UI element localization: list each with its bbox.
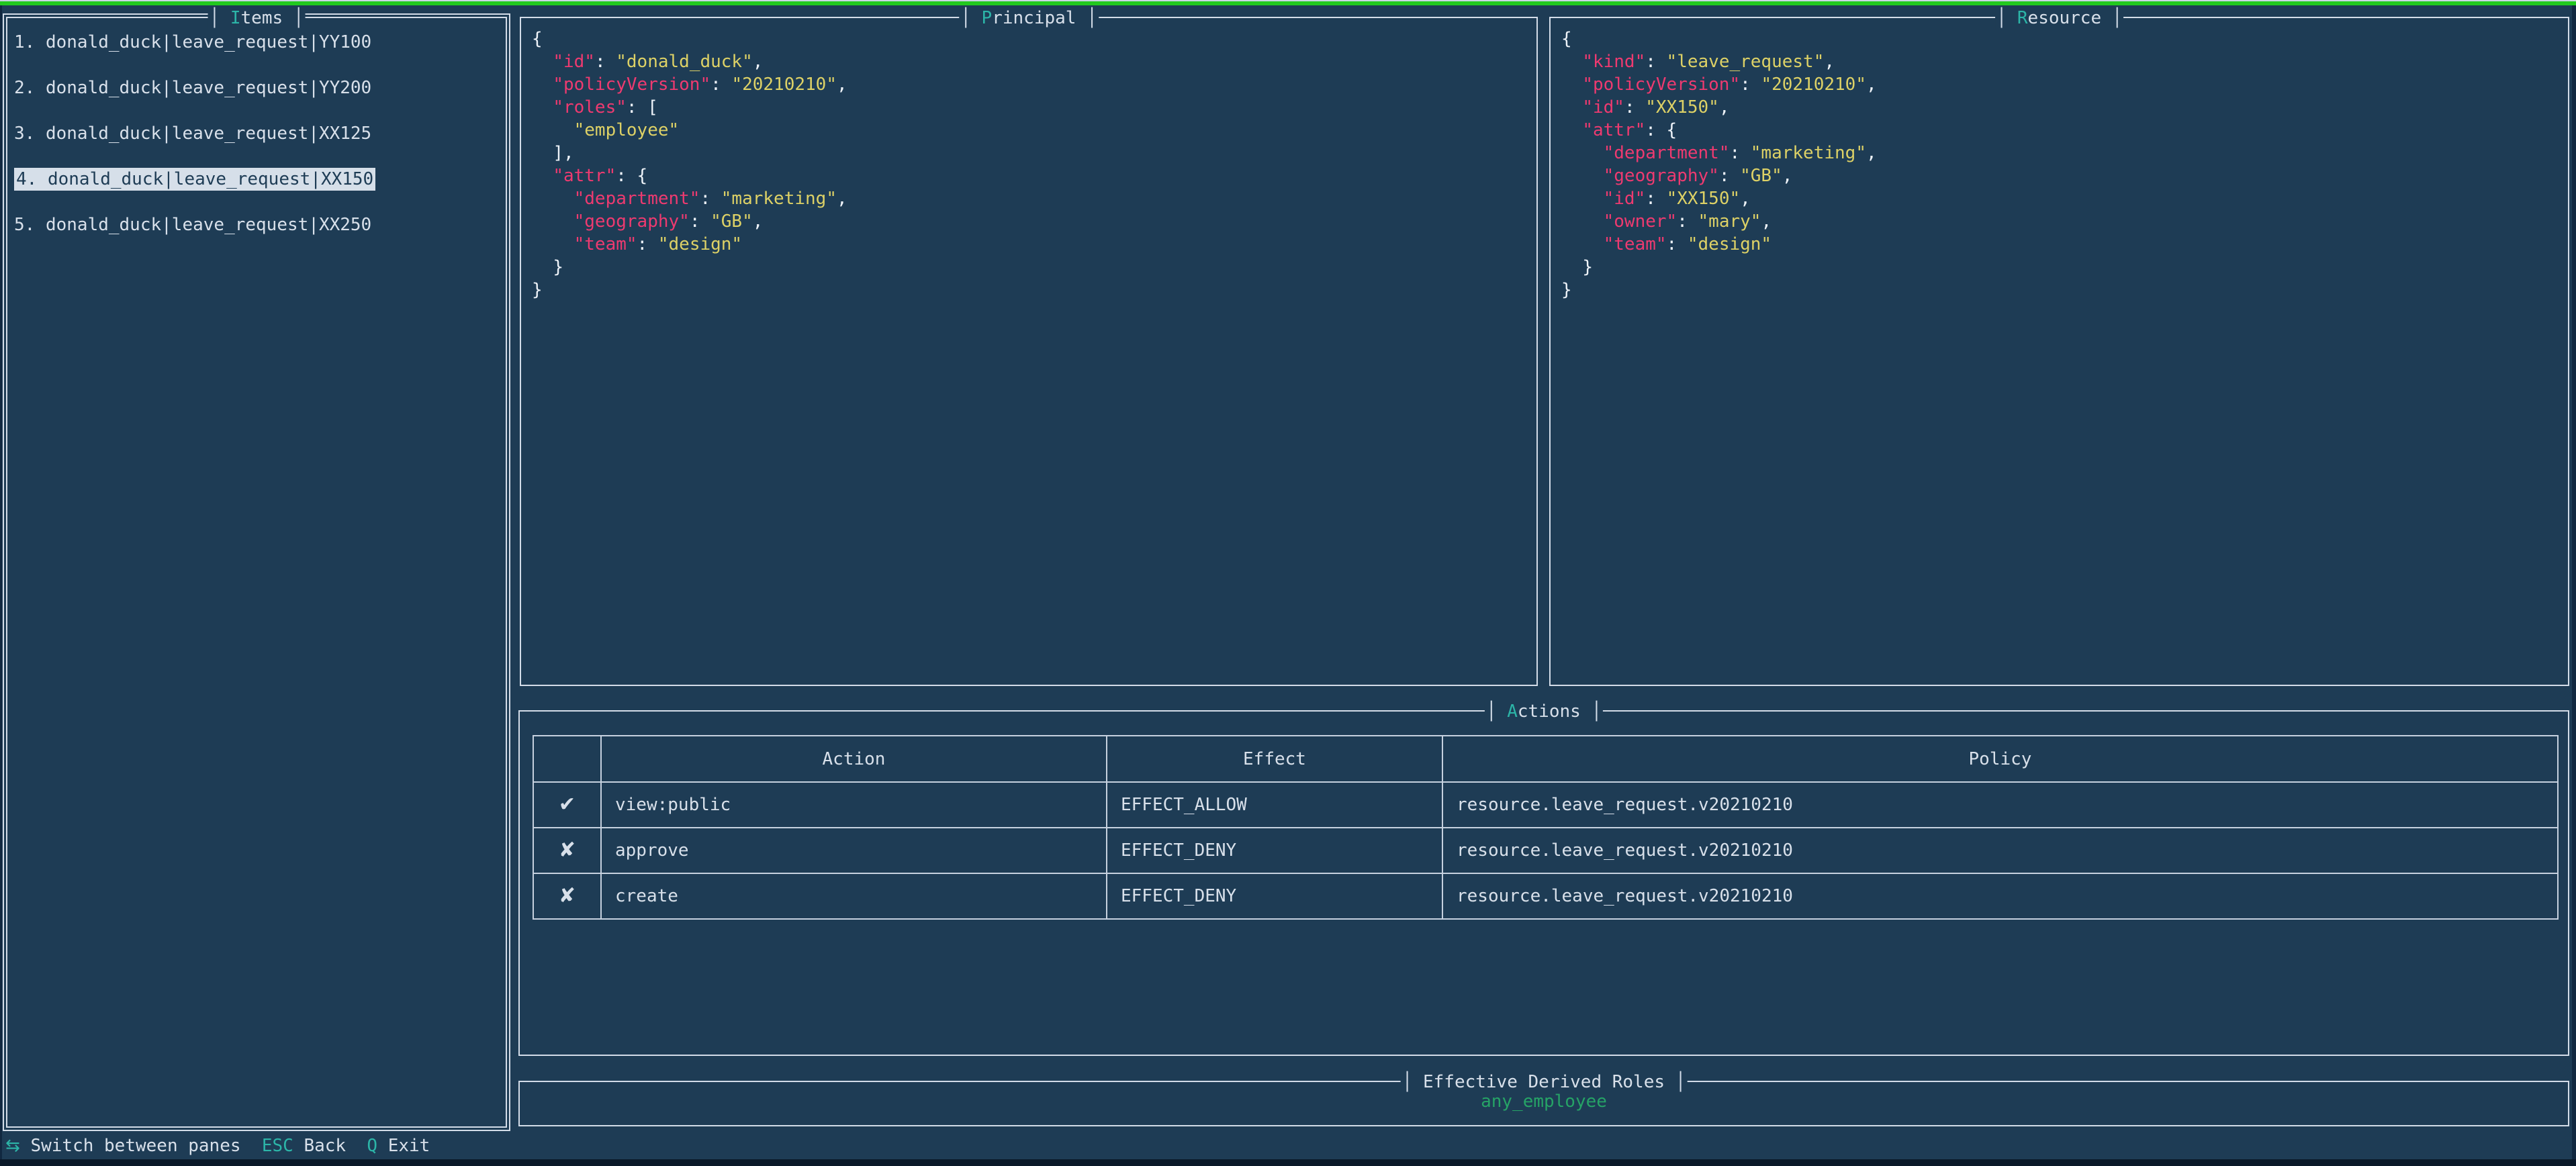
- actions-title-hotkey: A: [1507, 701, 1518, 722]
- action-column-header: Action: [601, 736, 1107, 782]
- title-bar-right: │: [283, 8, 304, 28]
- status-hint-label: Switch between panes: [30, 1136, 240, 1156]
- screen-left-edge: [0, 5, 2, 1159]
- actions-table-header-row: Action Effect Policy: [533, 736, 2558, 782]
- effective-derived-roles-title: │ Effective Derived Roles │: [1401, 1071, 1688, 1094]
- actions-panel[interactable]: │ Actions │ Action Effect Policy ✔view:p…: [518, 710, 2569, 1056]
- deny-cross-icon: ✘: [533, 873, 601, 919]
- list-item-text: 1. donald_duck|leave_request|YY100: [14, 32, 371, 52]
- action-row: ✘createEFFECT_DENYresource.leave_request…: [533, 873, 2558, 919]
- actions-table: Action Effect Policy ✔view:publicEFFECT_…: [533, 735, 2559, 920]
- list-item[interactable]: 1. donald_duck|leave_request|YY100: [14, 31, 506, 54]
- status-bar: ⇆ Switch between panes ESC Back Q Exit: [5, 1134, 441, 1157]
- action-cell: create: [601, 873, 1107, 919]
- status-hint-key: Q: [367, 1136, 377, 1156]
- list-item-text: 5. donald_duck|leave_request|XX250: [14, 215, 371, 235]
- status-hints: Switch between panes ESC Back Q Exit: [20, 1136, 441, 1156]
- action-cell: view:public: [601, 782, 1107, 828]
- derived-role-item: any_employee: [520, 1090, 2568, 1113]
- action-cell: approve: [601, 828, 1107, 873]
- policy-cell: resource.leave_request.v20210210: [1442, 873, 2558, 919]
- list-item-text: 3. donald_duck|leave_request|XX125: [14, 124, 371, 144]
- title-bar-right: │: [2101, 8, 2122, 28]
- policy-cell: resource.leave_request.v20210210: [1442, 782, 2558, 828]
- resource-json: { "kind": "leave_request", "policyVersio…: [1551, 18, 2568, 301]
- status-hint-key: ESC: [262, 1136, 293, 1156]
- principal-panel-title: │ Principal │: [959, 7, 1099, 30]
- title-bar-right: │: [1581, 701, 1602, 722]
- items-title-hotkey: I: [230, 8, 241, 28]
- bottom-strip: [0, 1159, 2576, 1166]
- effective-derived-roles-panel[interactable]: │ Effective Derived Roles │ any_employee: [518, 1081, 2569, 1126]
- principal-title-hotkey: P: [982, 8, 993, 28]
- effect-cell: EFFECT_DENY: [1107, 873, 1442, 919]
- icon-column-header: [533, 736, 601, 782]
- actions-panel-title: │ Actions │: [1485, 700, 1603, 723]
- items-title-text: tems: [241, 8, 283, 28]
- selected-list-item-text: 4. donald_duck|leave_request|XX150: [14, 168, 375, 191]
- effect-cell: EFFECT_ALLOW: [1107, 782, 1442, 828]
- status-hint-label: Exit: [388, 1136, 430, 1156]
- list-item[interactable]: 5. donald_duck|leave_request|XX250: [14, 213, 506, 236]
- allow-check-icon: ✔: [533, 782, 601, 828]
- title-bar-right: │: [1665, 1072, 1686, 1092]
- list-item[interactable]: 4. donald_duck|leave_request|XX150: [14, 168, 506, 191]
- status-hint-label: Back: [304, 1136, 346, 1156]
- resource-panel-title: │ Resource │: [1995, 7, 2124, 30]
- title-bar-left: │: [960, 8, 981, 28]
- actions-title-text: ctions: [1518, 701, 1581, 722]
- list-item[interactable]: 3. donald_duck|leave_request|XX125: [14, 122, 506, 145]
- list-item[interactable]: 2. donald_duck|leave_request|YY200: [14, 77, 506, 99]
- title-bar-right: │: [1076, 8, 1097, 28]
- terminal-screen: │ Items │ 1. donald_duck|leave_request|Y…: [0, 0, 2576, 1166]
- top-green-bar: [0, 1, 2576, 5]
- action-row: ✘approveEFFECT_DENYresource.leave_reques…: [533, 828, 2558, 873]
- resource-title-hotkey: R: [2017, 8, 2028, 28]
- title-bar-left: │: [1486, 701, 1507, 722]
- resource-title-text: esource: [2028, 8, 2102, 28]
- policy-column-header: Policy: [1442, 736, 2558, 782]
- items-panel[interactable]: │ Items │ 1. donald_duck|leave_request|Y…: [3, 13, 510, 1131]
- items-panel-title: │ Items │: [208, 7, 306, 30]
- screen-right-edge: [2572, 5, 2576, 1159]
- effective-derived-roles-title-text: Effective Derived Roles: [1423, 1072, 1665, 1092]
- title-bar-left: │: [1996, 8, 2017, 28]
- policy-cell: resource.leave_request.v20210210: [1442, 828, 2558, 873]
- items-list: 1. donald_duck|leave_request|YY100 2. don…: [7, 18, 506, 236]
- list-item-text: 2. donald_duck|leave_request|YY200: [14, 78, 371, 98]
- title-bar-left: │: [1402, 1072, 1423, 1092]
- action-row: ✔view:publicEFFECT_ALLOWresource.leave_r…: [533, 782, 2558, 828]
- deny-cross-icon: ✘: [533, 828, 601, 873]
- effect-column-header: Effect: [1107, 736, 1442, 782]
- principal-json: { "id": "donald_duck", "policyVersion": …: [521, 18, 1536, 301]
- principal-title-text: rincipal: [992, 8, 1076, 28]
- principal-panel[interactable]: │ Principal │ { "id": "donald_duck", "po…: [520, 17, 1538, 686]
- resource-panel[interactable]: │ Resource │ { "kind": "leave_request", …: [1549, 17, 2569, 686]
- switch-panes-icon: ⇆: [5, 1136, 20, 1156]
- title-bar-left: │: [210, 8, 230, 28]
- effect-cell: EFFECT_DENY: [1107, 828, 1442, 873]
